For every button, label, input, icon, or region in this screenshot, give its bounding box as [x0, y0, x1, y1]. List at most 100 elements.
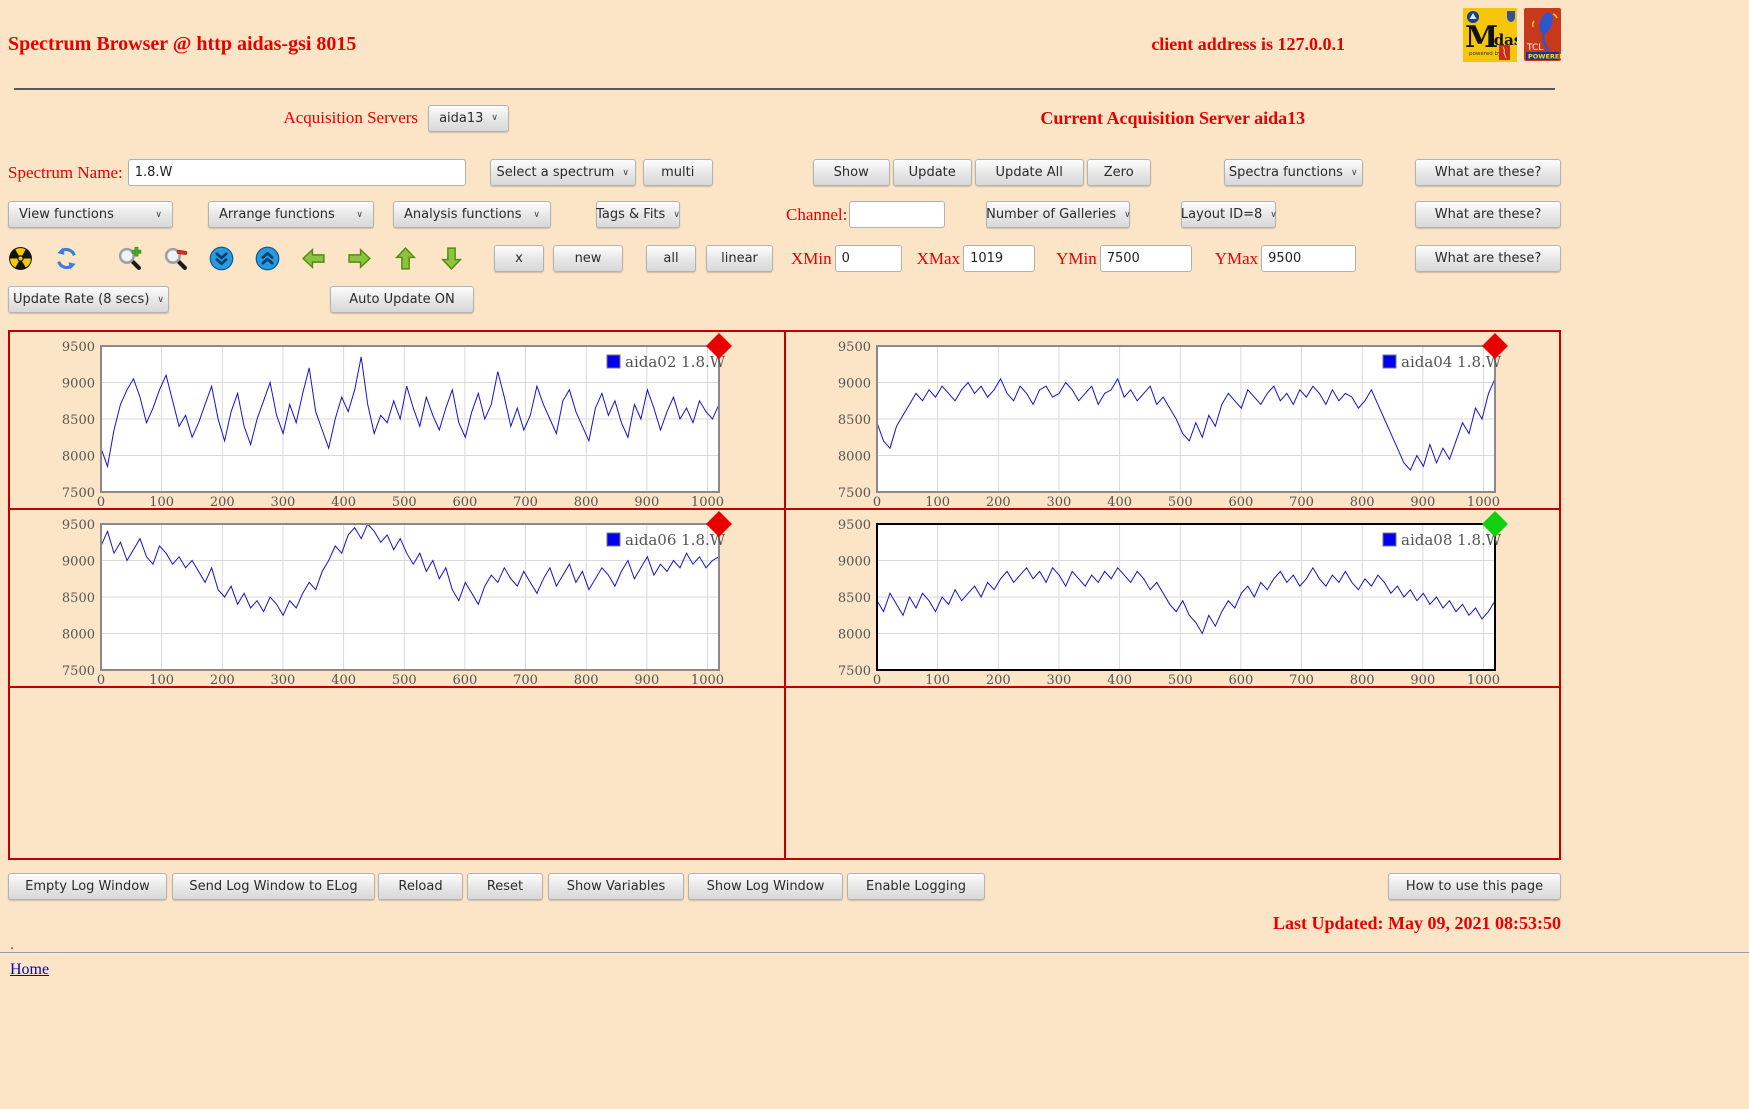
- update-all-button[interactable]: Update All: [975, 159, 1084, 186]
- show-log-window-button[interactable]: Show Log Window: [688, 873, 843, 900]
- show-button[interactable]: Show: [813, 159, 890, 186]
- svg-text:8000: 8000: [62, 450, 95, 465]
- gallery-cell-aida02[interactable]: 7500800085009000950001002003004005006007…: [10, 332, 784, 508]
- tags-fits-dropdown[interactable]: Tags & Fits∨: [596, 201, 680, 228]
- spectrum-chart-aida08[interactable]: 7500800085009000950001002003004005006007…: [788, 511, 1528, 685]
- arrow-right-icon[interactable]: [347, 246, 372, 271]
- all-button[interactable]: all: [646, 245, 696, 272]
- x-button[interactable]: x: [494, 245, 544, 272]
- arrow-down-icon[interactable]: [439, 246, 464, 271]
- svg-text:900: 900: [634, 673, 659, 685]
- number-of-galleries-dropdown[interactable]: Number of Galleries∨: [986, 201, 1130, 228]
- stray-dot: .: [10, 942, 1749, 950]
- what-are-these-button-1[interactable]: What are these?: [1415, 159, 1561, 186]
- gallery-cell-aida06[interactable]: 7500800085009000950001002003004005006007…: [10, 510, 784, 686]
- svg-text:aida04 1.8.W: aida04 1.8.W: [1401, 353, 1502, 371]
- refresh-icon[interactable]: [54, 246, 79, 271]
- home-link[interactable]: Home: [10, 961, 49, 979]
- svg-text:9500: 9500: [837, 340, 870, 355]
- zoom-toolbar-row: x new all linear XMin XMax YMin YMax Wha…: [8, 245, 1561, 272]
- update-rate-dropdown[interactable]: Update Rate (8 secs)∨: [8, 286, 169, 313]
- how-to-use-this-page-button[interactable]: How to use this page: [1388, 873, 1561, 900]
- acquisition-server-select[interactable]: aida13 ∨: [428, 105, 509, 132]
- reset-button[interactable]: Reset: [467, 873, 543, 900]
- svg-text:8500: 8500: [837, 413, 870, 428]
- svg-text:600: 600: [452, 673, 477, 685]
- spectrum-name-input[interactable]: [128, 159, 466, 186]
- svg-text:300: 300: [271, 673, 296, 685]
- what-are-these-button-2[interactable]: What are these?: [1415, 201, 1561, 228]
- svg-text:1000: 1000: [1466, 673, 1499, 685]
- spectrum-chart-aida02[interactable]: 7500800085009000950001002003004005006007…: [12, 333, 752, 507]
- new-button[interactable]: new: [553, 245, 623, 272]
- svg-text:900: 900: [1410, 495, 1435, 507]
- tcl-logo-powered: POWERED: [1528, 53, 1561, 61]
- reload-button[interactable]: Reload: [378, 873, 463, 900]
- send-log-window-to-elog-button[interactable]: Send Log Window to ELog: [172, 873, 375, 900]
- svg-text:8500: 8500: [62, 591, 95, 606]
- zoom-out-icon[interactable]: [163, 246, 188, 271]
- svg-text:800: 800: [574, 673, 599, 685]
- gallery-cell-empty-1[interactable]: [10, 688, 784, 858]
- update-rate-row: Update Rate (8 secs)∨ Auto Update ON: [8, 286, 1561, 313]
- svg-text:500: 500: [392, 495, 417, 507]
- svg-text:600: 600: [452, 495, 477, 507]
- arrange-functions-dropdown[interactable]: Arrange functions∨: [208, 201, 374, 228]
- svg-text:aida08 1.8.W: aida08 1.8.W: [1401, 531, 1502, 549]
- svg-text:900: 900: [1410, 673, 1435, 685]
- svg-text:100: 100: [149, 673, 174, 685]
- chevron-down-icon: ∨: [533, 210, 540, 220]
- svg-text:8000: 8000: [837, 450, 870, 465]
- update-button[interactable]: Update: [893, 159, 972, 186]
- radiation-icon[interactable]: [8, 246, 33, 271]
- tcl-logo-text: TCL: [1526, 43, 1543, 53]
- empty-log-window-button[interactable]: Empty Log Window: [8, 873, 167, 900]
- what-are-these-button-3[interactable]: What are these?: [1415, 245, 1561, 272]
- enable-logging-button[interactable]: Enable Logging: [847, 873, 985, 900]
- midas-logo-icon: M idas powered by: [1463, 8, 1517, 66]
- gallery-cell-aida08[interactable]: 7500800085009000950001002003004005006007…: [786, 510, 1560, 686]
- svg-text:700: 700: [1289, 673, 1314, 685]
- layout-id-dropdown[interactable]: Layout ID=8∨: [1181, 201, 1276, 228]
- svg-text:7500: 7500: [62, 664, 95, 679]
- header: Spectrum Browser @ http aidas-gsi 8015 c…: [8, 0, 1561, 88]
- select-a-spectrum-dropdown[interactable]: Select a spectrum∨: [490, 159, 636, 186]
- linear-button[interactable]: linear: [706, 245, 773, 272]
- chevron-down-icon: ∨: [155, 210, 162, 220]
- svg-text:300: 300: [1046, 673, 1071, 685]
- arrow-left-icon[interactable]: [301, 246, 326, 271]
- chevron-down-icon: ∨: [622, 168, 629, 178]
- scroll-down-icon[interactable]: [209, 246, 234, 271]
- arrow-up-icon[interactable]: [393, 246, 418, 271]
- svg-text:400: 400: [331, 673, 356, 685]
- spectra-functions-dropdown[interactable]: Spectra functions∨: [1224, 159, 1363, 186]
- spectrum-chart-aida06[interactable]: 7500800085009000950001002003004005006007…: [12, 511, 752, 685]
- ymin-input[interactable]: [1100, 245, 1192, 272]
- svg-text:800: 800: [1349, 495, 1374, 507]
- zoom-in-icon[interactable]: [117, 246, 142, 271]
- xmin-input[interactable]: [835, 245, 902, 272]
- gallery-cell-empty-2[interactable]: [786, 688, 1560, 858]
- spectrum-name-row: Spectrum Name: Select a spectrum∨ multi …: [8, 159, 1561, 186]
- ymax-input[interactable]: [1261, 245, 1356, 272]
- chevron-down-icon: ∨: [157, 295, 164, 305]
- svg-text:1000: 1000: [691, 673, 724, 685]
- svg-text:200: 200: [985, 495, 1010, 507]
- svg-text:0: 0: [872, 495, 880, 507]
- channel-input[interactable]: [849, 201, 945, 228]
- spectrum-browser-page: Spectrum Browser @ http aidas-gsi 8015 c…: [8, 0, 1561, 934]
- show-variables-button[interactable]: Show Variables: [548, 873, 684, 900]
- svg-text:0: 0: [97, 673, 105, 685]
- chevron-down-icon: ∨: [491, 113, 498, 123]
- gallery-cell-aida04[interactable]: 7500800085009000950001002003004005006007…: [786, 332, 1560, 508]
- current-acquisition-server: Current Acquisition Server aida13: [1040, 108, 1305, 128]
- spectrum-chart-aida04[interactable]: 7500800085009000950001002003004005006007…: [788, 333, 1528, 507]
- zero-button[interactable]: Zero: [1087, 159, 1151, 186]
- scroll-up-icon[interactable]: [255, 246, 280, 271]
- auto-update-button[interactable]: Auto Update ON: [330, 286, 474, 313]
- analysis-functions-dropdown[interactable]: Analysis functions∨: [393, 201, 551, 228]
- svg-text:900: 900: [634, 495, 659, 507]
- multi-button[interactable]: multi: [643, 159, 713, 186]
- view-functions-dropdown[interactable]: View functions∨: [8, 201, 173, 228]
- xmax-input[interactable]: [963, 245, 1035, 272]
